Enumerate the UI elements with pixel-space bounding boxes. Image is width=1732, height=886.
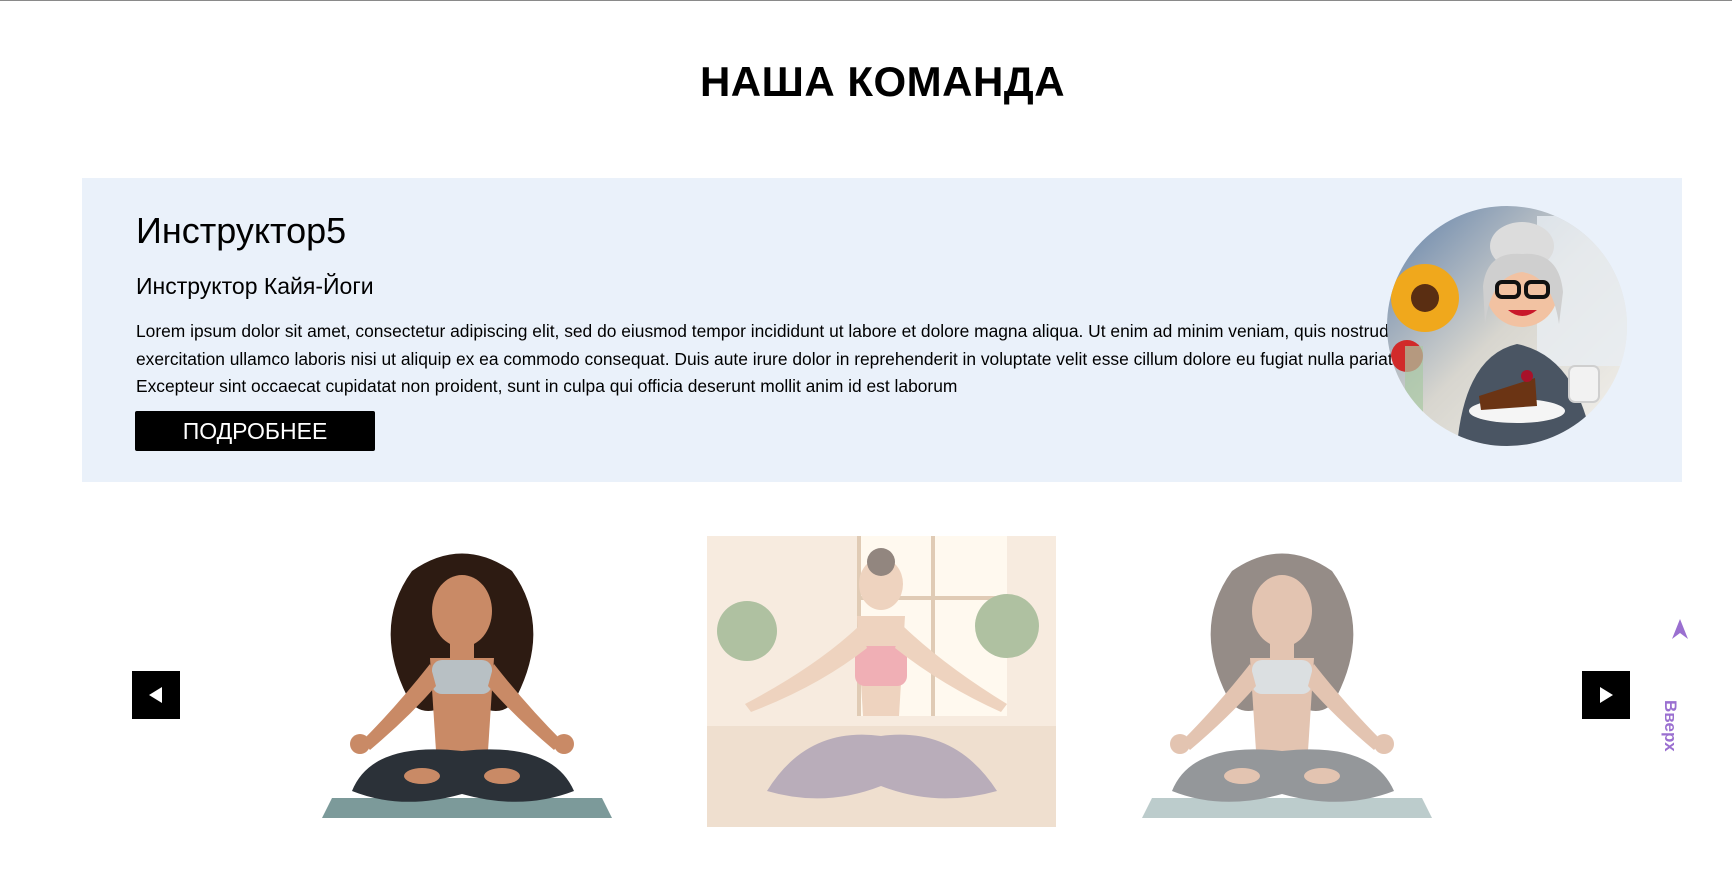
instructor-avatar (1387, 206, 1627, 446)
carousel-slide[interactable] (707, 536, 1056, 827)
page-title: НАША КОМАНДА (699, 58, 1066, 105)
instructor-role: Инструктор Кайя-Йоги (136, 273, 374, 299)
more-button[interactable]: ПОДРОБНЕЕ (135, 411, 375, 451)
instructor-description: Lorem ipsum dolor sit amet, consectetur … (136, 321, 1413, 396)
team-carousel (0, 536, 1732, 836)
carousel-prev-button[interactable] (132, 671, 180, 719)
yoga-illustration (1132, 536, 1432, 828)
carousel-slide[interactable] (1132, 536, 1432, 828)
top-divider (0, 0, 1732, 1)
carousel-slide[interactable] (312, 536, 612, 828)
yoga-illustration (312, 536, 612, 828)
yoga-illustration (707, 536, 1056, 827)
arrow-up-icon (1672, 619, 1688, 639)
instructor-name: Инструктор5 (136, 210, 347, 251)
back-to-top-label: Вверх (1661, 700, 1680, 752)
triangle-right-icon (1600, 687, 1613, 703)
triangle-left-icon (149, 687, 162, 703)
instructor-card: Инструктор5 Инструктор Кайя-Йоги Lorem i… (82, 178, 1682, 482)
carousel-next-button[interactable] (1582, 671, 1630, 719)
